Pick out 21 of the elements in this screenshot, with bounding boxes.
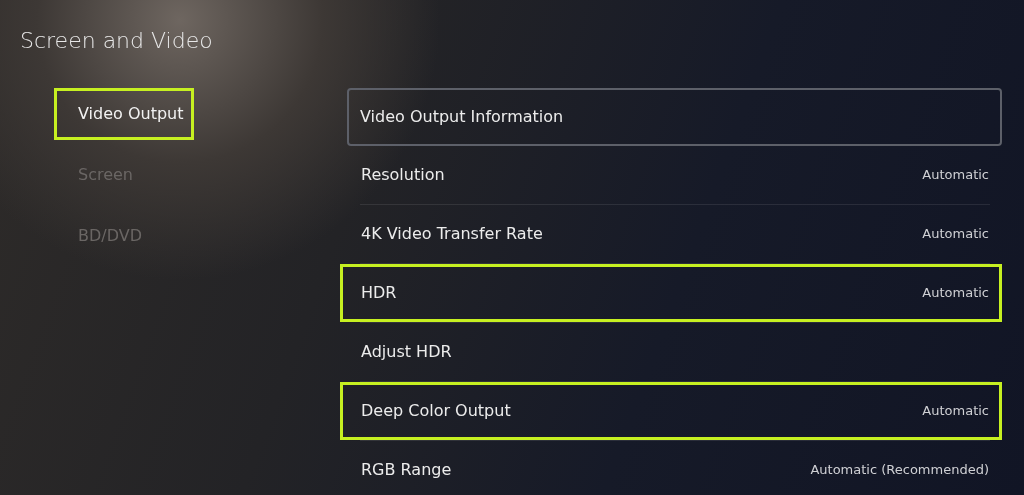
setting-value: Automatic (922, 225, 989, 244)
setting-row[interactable]: RGB Range Automatic (Recommended) (340, 441, 1002, 495)
setting-label: 4K Video Transfer Rate (361, 223, 543, 245)
setting-row[interactable]: HDR Automatic (340, 264, 1002, 322)
setting-row[interactable]: Adjust HDR (340, 323, 1002, 381)
setting-label: RGB Range (361, 459, 452, 481)
setting-row[interactable]: 4K Video Transfer Rate Automatic (340, 205, 1002, 263)
setting-row[interactable]: Video Output Information (347, 88, 1002, 146)
setting-row[interactable]: Deep Color Output Automatic (340, 382, 1002, 440)
sidebar-item[interactable]: Video Output (54, 88, 194, 140)
page-title: Screen and Video (20, 27, 214, 55)
setting-label: Video Output Information (360, 106, 564, 128)
setting-value: Automatic (Recommended) (810, 461, 989, 480)
setting-label: Adjust HDR (361, 341, 452, 363)
setting-label: HDR (361, 282, 397, 304)
setting-value: Automatic (922, 166, 989, 185)
setting-label: Deep Color Output (361, 400, 511, 422)
setting-label: Resolution (361, 164, 445, 186)
setting-row[interactable]: Resolution Automatic (340, 146, 1002, 204)
setting-value: Automatic (922, 284, 989, 303)
setting-value: Automatic (922, 402, 989, 421)
